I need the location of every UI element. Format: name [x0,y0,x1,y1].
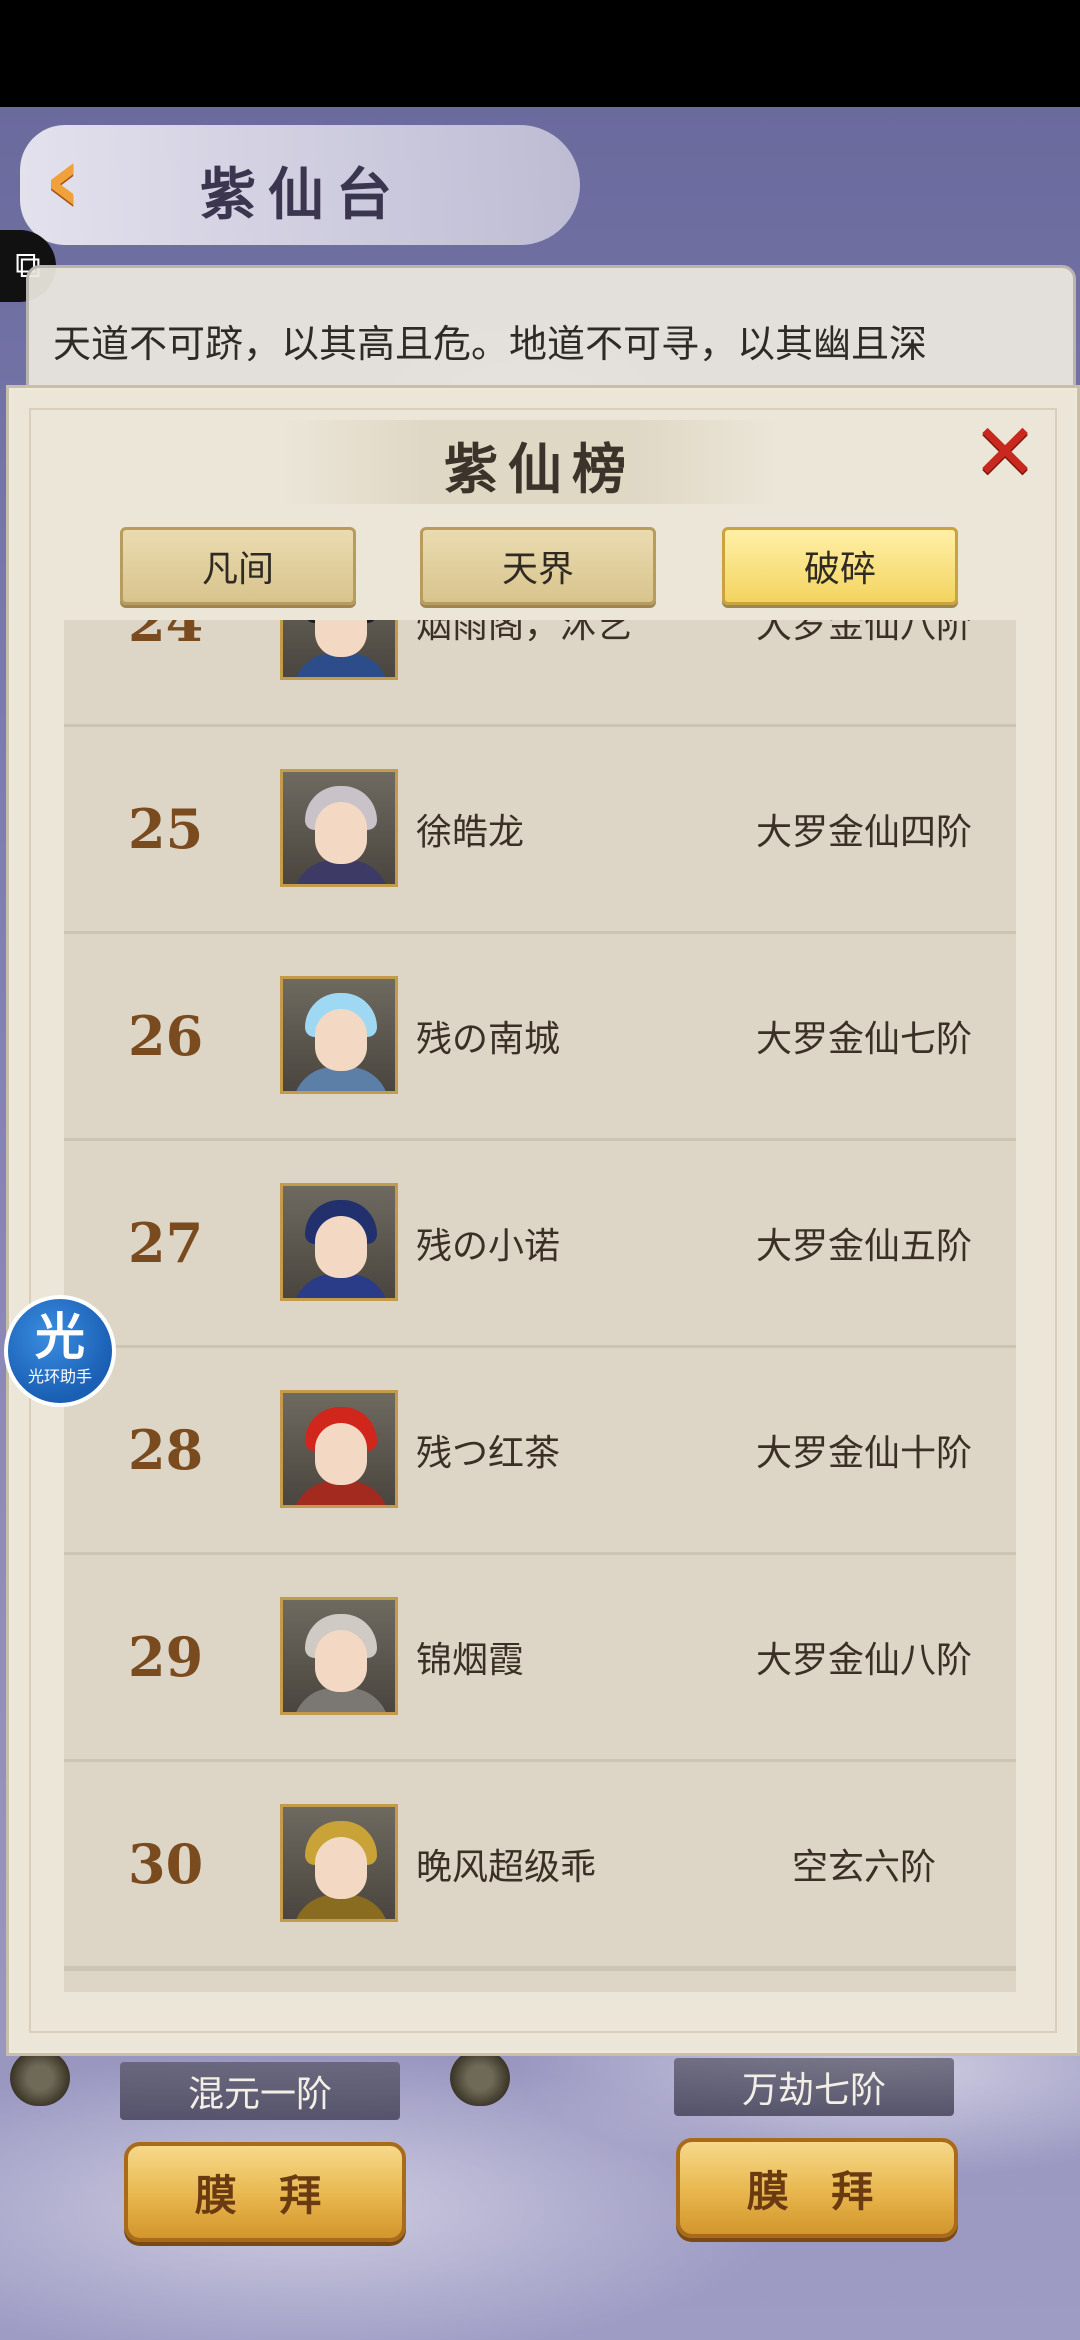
player-name: 残の小诺 [416,1226,561,1267]
avatar[interactable] [280,620,398,680]
cultivation-realm: 大罗金仙八阶 [755,620,972,646]
cultivation-realm: 大罗金仙十阶 [755,1433,972,1474]
avatar[interactable] [280,769,398,887]
table-row[interactable]: 25 徐皓龙 大罗金仙四阶 [64,727,1016,936]
cultivation-realm: 大罗金仙五阶 [755,1226,972,1267]
avatar-face [315,802,367,864]
chevron-left-icon: ‹ [44,126,82,233]
rank-number: 27 [128,1211,204,1275]
avatar[interactable] [280,1183,398,1301]
floating-helper-badge[interactable]: 光 光环助手 [4,1295,116,1407]
worship-button-right[interactable]: 膜 拜 [676,2138,958,2238]
avatar[interactable] [280,976,398,1094]
tab-heaven[interactable]: 天界 [420,527,656,605]
avatar-face [315,1216,367,1278]
tab-mortal[interactable]: 凡间 [120,527,356,605]
rank-number: 26 [128,1004,204,1068]
pedestal-realm-right: 万劫七阶 [674,2058,954,2116]
avatar-face [315,1423,367,1485]
intro-text: 天道不可跻，以其高且危。地道不可寻，以其幽且深 [53,322,928,366]
back-button[interactable]: ‹ [28,134,98,226]
avatar-face [315,1009,367,1071]
avatar[interactable] [280,1390,398,1508]
tab-shattered[interactable]: 破碎 [722,527,958,605]
ranking-list[interactable]: 24 烟雨阁，沐艺 大罗金仙八阶 25 徐皓龙 大罗金仙四阶 26 残の南城 大罗金仙七阶 27 残… [64,620,1016,1992]
cultivation-realm: 大罗金仙七阶 [755,1019,972,1060]
cultivation-realm: 大罗金仙四阶 [755,812,972,853]
avatar-body [293,653,389,677]
avatar-face [315,1837,367,1899]
worship-button-left[interactable]: 膜 拜 [124,2142,406,2242]
player-name: 锦烟霞 [416,1640,525,1681]
cultivation-realm: 空玄六阶 [791,1847,936,1888]
player-name: 残の南城 [416,1019,561,1060]
pedestal-ornament-left [10,2050,70,2106]
table-row[interactable]: 27 残の小诺 大罗金仙五阶 [64,1141,1016,1350]
rank-number: 24 [128,620,204,654]
rank-number: 25 [128,797,204,861]
page-title: 紫仙台 [200,162,404,228]
avatar-face [315,620,367,657]
player-name: 晚风超级乖 [416,1847,597,1888]
helper-caption: 光环助手 [27,1367,92,1386]
rank-number: 28 [128,1418,204,1482]
helper-char: 光 [35,1308,85,1366]
close-button[interactable]: ✕ [970,414,1040,492]
table-row[interactable]: 29 锦烟霞 大罗金仙八阶 [64,1555,1016,1764]
avatar-body [293,1481,389,1505]
player-name: 徐皓龙 [416,812,525,853]
avatar-body [293,1274,389,1298]
avatar-body [293,1688,389,1712]
close-icon: ✕ [972,408,1038,498]
status-bar [0,0,1080,107]
avatar-body [293,1067,389,1091]
cultivation-realm: 大罗金仙八阶 [755,1640,972,1681]
rank-number: 30 [128,1832,204,1896]
avatar-face [315,1630,367,1692]
modal-title: 紫仙榜 [444,437,636,501]
player-name: 残つ红茶 [416,1433,561,1474]
pedestal-realm-left: 混元一阶 [120,2062,400,2120]
avatar-body [293,860,389,884]
table-row[interactable]: 24 烟雨阁，沐艺 大罗金仙八阶 [64,620,1016,729]
avatar-body [293,1895,389,1919]
rank-number: 29 [128,1625,204,1689]
table-row[interactable]: 28 残つ红茶 大罗金仙十阶 [64,1348,1016,1557]
avatar[interactable] [280,1597,398,1715]
table-row[interactable]: 26 残の南城 大罗金仙七阶 [64,934,1016,1143]
player-name: 烟雨阁，沐艺 [416,620,633,646]
avatar[interactable] [280,1804,398,1922]
table-row[interactable]: 30 晚风超级乖 空玄六阶 [64,1762,1016,1971]
pedestal-ornament-mid [450,2050,510,2106]
